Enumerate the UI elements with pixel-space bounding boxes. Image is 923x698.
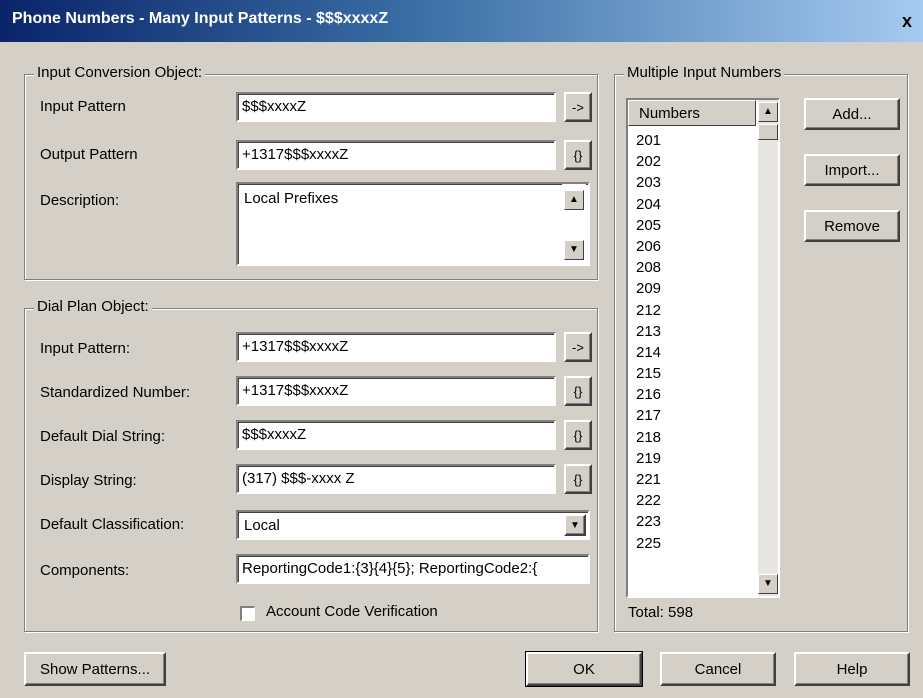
list-item[interactable]: 205 [636, 217, 752, 238]
list-item[interactable]: 212 [636, 302, 752, 323]
list-item[interactable]: 218 [636, 429, 752, 450]
remove-button[interactable]: Remove [804, 210, 900, 242]
display-string-field[interactable]: (317) $$$-xxxx Z [236, 464, 556, 494]
description-textarea[interactable]: Local Prefixes ▲ ▼ [236, 182, 590, 266]
input-pattern-label: Input Pattern [40, 98, 126, 115]
input-pattern-field[interactable]: $$$xxxxZ [236, 92, 556, 122]
default-classification-select[interactable]: Local ▼ [236, 510, 590, 540]
components-field[interactable]: ReportingCode1:{3}{4}{5}; ReportingCode2… [236, 554, 590, 584]
standardized-number-braces-button[interactable]: {} [564, 376, 592, 406]
list-item[interactable]: 202 [636, 153, 752, 174]
output-pattern-label: Output Pattern [40, 146, 138, 163]
description-text: Local Prefixes [244, 190, 339, 207]
list-item[interactable]: 222 [636, 492, 752, 513]
default-dial-string-field[interactable]: $$$xxxxZ [236, 420, 556, 450]
list-item[interactable]: 219 [636, 450, 752, 471]
numbers-list[interactable]: Numbers 201 202 203 204 205 206 208 209 212 213 21… [626, 98, 780, 598]
multiple-input-group-title: Multiple Input Numbers [624, 64, 785, 81]
default-dial-string-braces-button[interactable]: {} [564, 420, 592, 450]
account-code-label: Account Code Verification [266, 603, 438, 620]
list-item[interactable]: 216 [636, 386, 752, 407]
numbers-column-header[interactable]: Numbers [628, 100, 756, 126]
list-item[interactable]: 206 [636, 238, 752, 259]
list-item[interactable]: 225 [636, 535, 752, 556]
scroll-up-icon[interactable]: ▲ [758, 102, 778, 122]
list-item[interactable]: 213 [636, 323, 752, 344]
scroll-thumb[interactable] [758, 124, 778, 140]
ok-button[interactable]: OK [525, 651, 643, 687]
numbers-total: Total: 598 [628, 604, 694, 621]
title-bar: Phone Numbers - Many Input Patterns - $$… [0, 0, 923, 42]
description-scrollbar[interactable]: ▲ ▼ [562, 184, 586, 264]
dial-plan-group-title: Dial Plan Object: [34, 298, 152, 315]
scroll-down-icon[interactable]: ▼ [564, 240, 584, 260]
components-label: Components: [40, 562, 130, 579]
account-code-checkbox[interactable] [240, 606, 255, 621]
scroll-down-icon[interactable]: ▼ [758, 574, 778, 594]
window-title: Phone Numbers - Many Input Patterns - $$… [12, 10, 389, 27]
list-item[interactable]: 208 [636, 259, 752, 280]
help-button[interactable]: Help [794, 652, 910, 686]
input-conversion-group-title: Input Conversion Object: [34, 64, 206, 81]
dial-input-pattern-field[interactable]: +1317$$$xxxxZ [236, 332, 556, 362]
numbers-list-items: 201 202 203 204 205 206 208 209 212 213 214 215 216 2… [636, 132, 752, 556]
standardized-number-field[interactable]: +1317$$$xxxxZ [236, 376, 556, 406]
add-button[interactable]: Add... [804, 98, 900, 130]
cancel-button[interactable]: Cancel [660, 652, 776, 686]
display-string-label: Display String: [40, 472, 137, 489]
list-item[interactable]: 221 [636, 471, 752, 492]
list-item[interactable]: 203 [636, 174, 752, 195]
input-pattern-arrow-button[interactable]: -> [564, 92, 592, 122]
default-dial-string-label: Default Dial String: [40, 428, 166, 445]
output-pattern-braces-button[interactable]: {} [564, 140, 592, 170]
list-item[interactable]: 214 [636, 344, 752, 365]
chevron-down-icon[interactable]: ▼ [564, 514, 586, 536]
default-classification-label: Default Classification: [40, 516, 185, 533]
dial-input-pattern-label: Input Pattern: [40, 340, 131, 357]
description-label: Description: [40, 192, 120, 209]
list-item[interactable]: 209 [636, 280, 752, 301]
list-item[interactable]: 215 [636, 365, 752, 386]
numbers-scrollbar[interactable]: ▲ ▼ [758, 100, 778, 596]
scroll-up-icon[interactable]: ▲ [564, 190, 584, 210]
list-item[interactable]: 201 [636, 132, 752, 153]
close-button[interactable]: x [895, 10, 919, 32]
output-pattern-field[interactable]: +1317$$$xxxxZ [236, 140, 556, 170]
display-string-braces-button[interactable]: {} [564, 464, 592, 494]
import-button[interactable]: Import... [804, 154, 900, 186]
show-patterns-button[interactable]: Show Patterns... [24, 652, 166, 686]
default-classification-value: Local [244, 517, 280, 534]
list-item[interactable]: 204 [636, 196, 752, 217]
list-item[interactable]: 217 [636, 407, 752, 428]
standardized-number-label: Standardized Number: [40, 384, 191, 401]
list-item[interactable]: 223 [636, 513, 752, 534]
dial-input-pattern-arrow-button[interactable]: -> [564, 332, 592, 362]
